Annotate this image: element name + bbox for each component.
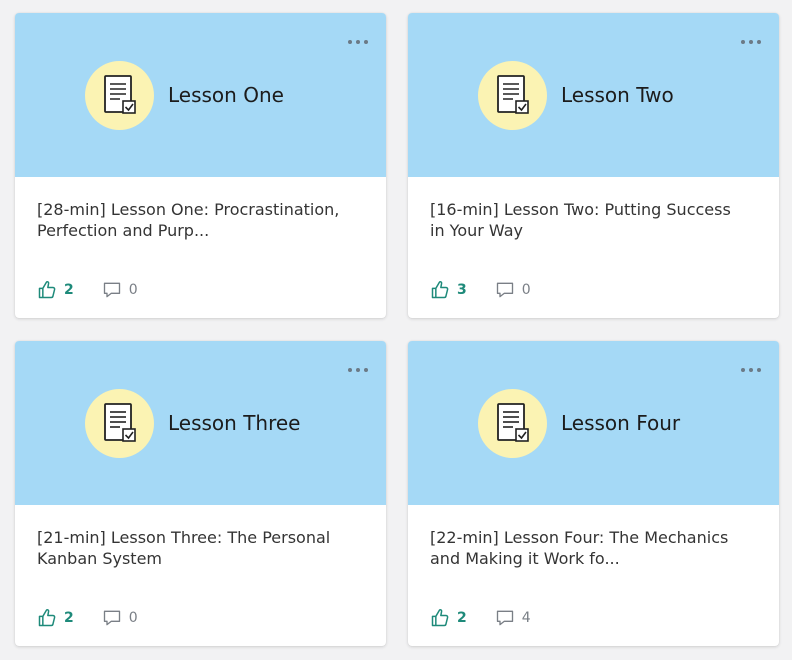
lesson-title-line: in Your Way [430, 221, 523, 240]
comment-button[interactable]: 4 [495, 608, 531, 628]
like-count: 3 [457, 282, 467, 298]
comment-count: 0 [521, 282, 531, 298]
like-count: 2 [457, 610, 467, 626]
like-button[interactable]: 3 [430, 280, 467, 300]
banner-title: Lesson One [168, 83, 284, 107]
lesson-title-line: Kanban System [37, 549, 163, 568]
more-options-icon[interactable] [741, 36, 761, 48]
card-banner[interactable]: Lesson One [15, 13, 386, 177]
card-banner[interactable]: Lesson Three [15, 341, 386, 505]
document-check-icon [85, 61, 154, 130]
lesson-title-link[interactable]: [28-min] Lesson One: Procrastination, Pe… [37, 199, 367, 241]
thumbs-up-icon [38, 280, 56, 299]
card-banner[interactable]: Lesson Four [408, 341, 779, 505]
lesson-card[interactable]: Lesson Four [22-min] Lesson Four: The Me… [408, 341, 779, 646]
thumbs-up-icon [431, 280, 449, 299]
lesson-title-line: [16-min] Lesson Two: Putting Success [430, 200, 731, 219]
thumbs-up-icon [431, 608, 449, 627]
like-button[interactable]: 2 [37, 280, 74, 300]
document-check-icon [85, 389, 154, 458]
speech-bubble-icon [103, 282, 120, 298]
like-button[interactable]: 2 [430, 608, 467, 628]
like-count: 2 [64, 282, 74, 298]
comment-count: 0 [128, 282, 138, 298]
comment-count: 0 [128, 610, 138, 626]
banner-title: Lesson Four [561, 411, 681, 435]
lesson-title-line: [21-min] Lesson Three: The Personal [37, 528, 331, 547]
more-options-icon[interactable] [741, 364, 761, 376]
lesson-title-link[interactable]: [21-min] Lesson Three: The Personal Kanb… [37, 527, 367, 569]
card-banner[interactable]: Lesson Two [408, 13, 779, 177]
speech-bubble-icon [496, 610, 513, 626]
lesson-card[interactable]: Lesson One [28-min] Lesson One: Procrast… [15, 13, 386, 318]
comment-button[interactable]: 0 [102, 608, 138, 628]
document-check-icon [478, 61, 547, 130]
like-count: 2 [64, 610, 74, 626]
lesson-title-line: [22-min] Lesson Four: The Mechanics [430, 528, 729, 547]
comment-count: 4 [521, 610, 531, 626]
lesson-card[interactable]: Lesson Two [16-min] Lesson Two: Putting … [408, 13, 779, 318]
card-stats: 2 0 [37, 279, 138, 301]
banner-title: Lesson Two [561, 83, 674, 107]
banner-title: Lesson Three [168, 411, 301, 435]
lesson-title-line: [28-min] Lesson One: Procrastination, [37, 200, 340, 219]
thumbs-up-icon [38, 608, 56, 627]
comment-button[interactable]: 0 [102, 280, 138, 300]
document-check-icon [478, 389, 547, 458]
speech-bubble-icon [496, 282, 513, 298]
speech-bubble-icon [103, 610, 120, 626]
card-stats: 3 0 [430, 279, 531, 301]
lesson-title-line: Perfection and Purp... [37, 221, 210, 240]
lesson-title-link[interactable]: [22-min] Lesson Four: The Mechanics and … [430, 527, 760, 569]
lesson-card[interactable]: Lesson Three [21-min] Lesson Three: The … [15, 341, 386, 646]
lesson-title-link[interactable]: [16-min] Lesson Two: Putting Success in … [430, 199, 760, 241]
lesson-title-line: and Making it Work fo... [430, 549, 620, 568]
comment-button[interactable]: 0 [495, 280, 531, 300]
more-options-icon[interactable] [348, 36, 368, 48]
card-stats: 2 4 [430, 607, 531, 629]
like-button[interactable]: 2 [37, 608, 74, 628]
card-stats: 2 0 [37, 607, 138, 629]
more-options-icon[interactable] [348, 364, 368, 376]
